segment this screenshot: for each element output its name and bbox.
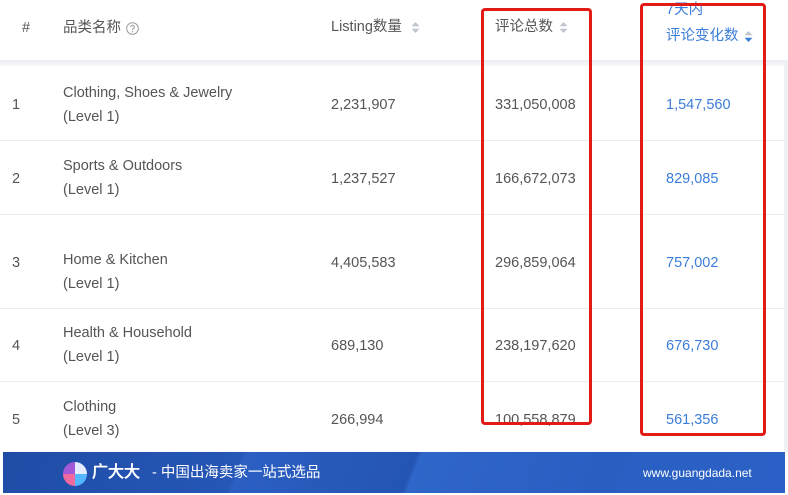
row-index: 5 <box>12 412 21 428</box>
footer-url: www.guangdada.net <box>643 466 752 480</box>
table-row: 5 Clothing (Level 3) 266,994 100,558,879… <box>0 382 784 452</box>
table-row: 4 Health & Household (Level 1) 689,130 2… <box>0 309 784 382</box>
listing-count-cell: 266,994 <box>331 412 384 428</box>
row-index: 4 <box>12 338 21 354</box>
category-level: (Level 1) <box>63 182 120 198</box>
row-index: 2 <box>12 171 21 187</box>
review-change-link[interactable]: 829,085 <box>666 170 718 188</box>
sort-caret-icon[interactable] <box>411 21 420 34</box>
table-right-border <box>784 60 788 452</box>
column-header-review-change-line1[interactable]: 7天内 <box>666 1 703 19</box>
review-total-cell: 100,558,879 <box>495 412 576 428</box>
category-level: (Level 1) <box>63 276 120 292</box>
column-header-review-change-line2[interactable]: 评论变化数 <box>666 27 739 45</box>
category-name: Clothing <box>63 399 117 415</box>
guangdada-logo-icon <box>63 462 87 486</box>
table-row: 3 Home & Kitchen (Level 1) 4,405,583 296… <box>0 215 784 309</box>
listing-count-cell: 2,231,907 <box>331 97 396 113</box>
review-total-cell: 331,050,008 <box>495 97 576 113</box>
category-level: (Level 1) <box>63 109 120 125</box>
category-name: Health & Household <box>63 325 192 341</box>
row-index: 1 <box>12 97 21 113</box>
category-level: (Level 3) <box>63 423 120 439</box>
listing-count-cell: 689,130 <box>331 338 384 354</box>
category-name: Home & Kitchen <box>63 252 168 268</box>
category-name: Sports & Outdoors <box>63 158 183 174</box>
column-header-listing-count[interactable]: Listing数量 <box>331 18 402 36</box>
footer-banner: 广大大 - 中国出海卖家一站式选品 www.guangdada.net <box>3 452 785 493</box>
sort-descending-icon[interactable] <box>744 30 753 43</box>
column-header-review-total[interactable]: 评论总数 <box>495 18 553 36</box>
row-index: 3 <box>12 255 21 271</box>
review-change-link[interactable]: 676,730 <box>666 337 718 355</box>
column-header-category: 品类名称 <box>63 20 121 36</box>
column-header-index: # <box>22 20 31 36</box>
category-name: Clothing, Shoes & Jewelry <box>63 85 233 101</box>
table-row: 2 Sports & Outdoors (Level 1) 1,237,527 … <box>0 141 784 215</box>
listing-count-cell: 1,237,527 <box>331 171 396 187</box>
category-ranking-table-page: # 品类名称 Listing数量 评论总数 7天内 评论变化数 1 Clothi… <box>0 0 788 495</box>
review-total-cell: 296,859,064 <box>495 255 576 271</box>
footer-tagline: - 中国出海卖家一站式选品 <box>152 465 321 481</box>
sort-caret-icon[interactable] <box>559 21 568 34</box>
review-change-link[interactable]: 757,002 <box>666 254 718 272</box>
review-change-link[interactable]: 1,547,560 <box>666 96 731 114</box>
listing-count-cell: 4,405,583 <box>331 255 396 271</box>
review-total-cell: 238,197,620 <box>495 338 576 354</box>
footer-brand-name: 广大大 <box>92 464 141 481</box>
review-total-cell: 166,672,073 <box>495 171 576 187</box>
table-row: 1 Clothing, Shoes & Jewelry (Level 1) 2,… <box>0 66 784 141</box>
review-change-link[interactable]: 561,356 <box>666 411 718 429</box>
question-circle-icon[interactable] <box>126 22 139 35</box>
category-level: (Level 1) <box>63 349 120 365</box>
